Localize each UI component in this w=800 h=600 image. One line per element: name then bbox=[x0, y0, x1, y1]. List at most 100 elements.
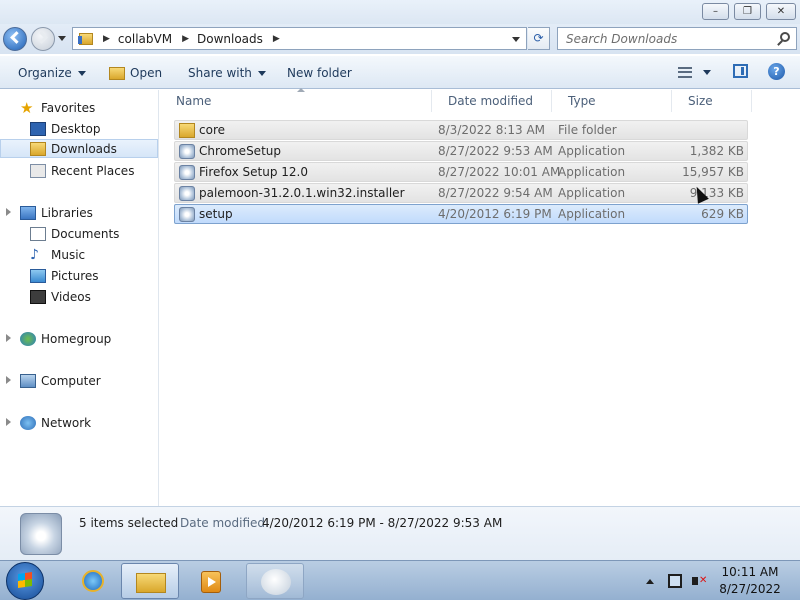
start-button[interactable] bbox=[6, 562, 44, 600]
file-row-chromesetup[interactable]: ChromeSetup 8/27/2022 9:53 AM Applicatio… bbox=[174, 141, 748, 161]
help-icon[interactable]: ? bbox=[768, 63, 785, 80]
navigation-pane: ★ Favorites Desktop Downloads Recent Plac… bbox=[0, 90, 159, 506]
taskbar-windows-explorer[interactable] bbox=[121, 563, 179, 599]
sidebar-item-label: Documents bbox=[51, 226, 120, 241]
file-date: 8/27/2022 9:54 AM bbox=[438, 186, 553, 200]
sidebar-item-downloads[interactable]: Downloads bbox=[0, 139, 158, 158]
sidebar-item-desktop[interactable]: Desktop bbox=[0, 119, 158, 138]
file-row-core[interactable]: core 8/3/2022 8:13 AM File folder bbox=[174, 120, 748, 140]
taskbar: 10:11 AM 8/27/2022 bbox=[0, 560, 800, 600]
sidebar-item-libraries[interactable]: Libraries bbox=[0, 203, 158, 222]
file-date: 4/20/2012 6:19 PM bbox=[438, 207, 552, 221]
column-header-date[interactable]: Date modified bbox=[432, 90, 552, 112]
close-button[interactable]: ✕ bbox=[766, 3, 796, 20]
file-name: Firefox Setup 12.0 bbox=[199, 165, 308, 179]
open-button[interactable]: Open bbox=[109, 65, 162, 81]
sidebar-item-videos[interactable]: Videos bbox=[0, 287, 158, 306]
music-icon: ♪ bbox=[30, 246, 39, 263]
sidebar-item-label: Computer bbox=[41, 373, 101, 388]
sidebar-item-favorites[interactable]: ★ Favorites bbox=[0, 98, 158, 117]
volume-muted-icon[interactable] bbox=[692, 574, 707, 588]
organize-label: Organize bbox=[18, 66, 72, 80]
column-header-type[interactable]: Type bbox=[552, 90, 672, 112]
file-size: 629 KB bbox=[701, 207, 744, 221]
file-row-firefox-setup[interactable]: Firefox Setup 12.0 8/27/2022 10:01 AM Ap… bbox=[174, 162, 748, 182]
sidebar-item-label: Homegroup bbox=[41, 331, 112, 346]
search-input[interactable] bbox=[558, 28, 763, 49]
organize-button[interactable]: Organize bbox=[18, 65, 86, 81]
taskbar-media-player[interactable] bbox=[181, 563, 239, 599]
file-name: setup bbox=[199, 207, 233, 221]
file-type: Application bbox=[558, 144, 626, 158]
maximize-button[interactable]: ❐ bbox=[734, 3, 761, 20]
column-header-size[interactable]: Size bbox=[672, 90, 752, 112]
minimize-button[interactable]: – bbox=[702, 3, 729, 20]
downloads-folder-icon bbox=[30, 141, 46, 156]
breadcrumb-downloads[interactable]: Downloads bbox=[197, 32, 263, 46]
share-with-button[interactable]: Share with bbox=[188, 65, 266, 81]
pictures-icon bbox=[30, 268, 46, 283]
breadcrumb-chevron-icon[interactable]: ▶ bbox=[182, 34, 189, 44]
selection-count: 5 items selected bbox=[79, 516, 179, 530]
forward-button[interactable] bbox=[31, 27, 55, 51]
taskbar-blank-app[interactable] bbox=[246, 563, 304, 599]
clock-time: 10:11 AM bbox=[721, 565, 779, 579]
search-box[interactable] bbox=[557, 27, 797, 50]
address-bar[interactable]: ▶ collabVM ▶ Downloads ▶ bbox=[72, 27, 527, 50]
multiple-files-icon bbox=[20, 513, 62, 555]
change-view-icon[interactable] bbox=[678, 67, 692, 78]
back-button[interactable] bbox=[3, 27, 27, 51]
title-bar: – ❐ ✕ bbox=[0, 0, 800, 24]
sidebar-item-computer[interactable]: Computer bbox=[0, 371, 158, 390]
file-name: ChromeSetup bbox=[199, 144, 281, 158]
preview-pane-icon[interactable] bbox=[733, 64, 748, 78]
view-options-dropdown[interactable] bbox=[703, 70, 711, 75]
location-folder-icon bbox=[78, 32, 93, 45]
network-icon bbox=[20, 415, 36, 430]
details-pane: 5 items selected Date modified: 4/20/201… bbox=[0, 506, 800, 560]
column-header-label: Type bbox=[568, 94, 596, 108]
recent-places-icon bbox=[30, 163, 46, 178]
sidebar-item-label: Libraries bbox=[41, 205, 93, 220]
network-status-icon[interactable] bbox=[668, 574, 682, 588]
sidebar-item-label: Favorites bbox=[41, 100, 96, 115]
sidebar-item-network[interactable]: Network bbox=[0, 413, 158, 432]
application-icon bbox=[179, 207, 195, 222]
breadcrumb-collabvm[interactable]: collabVM bbox=[118, 32, 172, 46]
videos-icon bbox=[30, 289, 46, 304]
clock-date: 8/27/2022 bbox=[719, 582, 781, 596]
file-size: 1,382 KB bbox=[689, 144, 744, 158]
sidebar-item-label: Music bbox=[51, 247, 86, 262]
sidebar-item-documents[interactable]: Documents bbox=[0, 224, 158, 243]
show-hidden-icons-icon[interactable] bbox=[646, 579, 654, 584]
new-folder-button[interactable]: New folder bbox=[287, 65, 352, 81]
date-modified-label: Date modified: bbox=[180, 516, 270, 530]
refresh-button[interactable]: ⟳ bbox=[528, 27, 550, 50]
chevron-down-icon bbox=[257, 70, 266, 76]
documents-icon bbox=[30, 226, 46, 241]
sidebar-item-pictures[interactable]: Pictures bbox=[0, 266, 158, 285]
clock[interactable]: 10:11 AM 8/27/2022 bbox=[712, 564, 788, 598]
sidebar-item-recent-places[interactable]: Recent Places bbox=[0, 161, 158, 180]
breadcrumb-chevron-icon[interactable]: ▶ bbox=[273, 34, 280, 44]
application-icon bbox=[179, 144, 195, 159]
application-icon bbox=[179, 186, 195, 201]
forward-arrow-icon bbox=[35, 31, 48, 44]
file-row-setup[interactable]: setup 4/20/2012 6:19 PM Application 629 … bbox=[174, 204, 748, 224]
file-type: Application bbox=[558, 207, 626, 221]
recent-pages-dropdown[interactable] bbox=[58, 36, 66, 41]
file-row-palemoon-installer[interactable]: palemoon-31.2.0.1.win32.installer 8/27/2… bbox=[174, 183, 748, 203]
libraries-icon bbox=[20, 205, 36, 220]
file-type: Application bbox=[558, 186, 626, 200]
breadcrumb-chevron-icon[interactable]: ▶ bbox=[103, 34, 110, 44]
sidebar-item-music[interactable]: ♪ Music bbox=[0, 245, 158, 264]
search-icon[interactable] bbox=[780, 32, 790, 42]
column-header-name[interactable]: Name bbox=[160, 88, 432, 112]
address-history-dropdown[interactable] bbox=[512, 37, 520, 42]
column-header-label: Date modified bbox=[448, 94, 534, 108]
taskbar-internet-explorer[interactable] bbox=[62, 563, 120, 599]
date-modified-range: 4/20/2012 6:19 PM - 8/27/2022 9:53 AM bbox=[262, 516, 503, 530]
sidebar-item-homegroup[interactable]: Homegroup bbox=[0, 329, 158, 348]
application-icon bbox=[179, 165, 195, 180]
sidebar-item-label: Network bbox=[41, 415, 92, 430]
